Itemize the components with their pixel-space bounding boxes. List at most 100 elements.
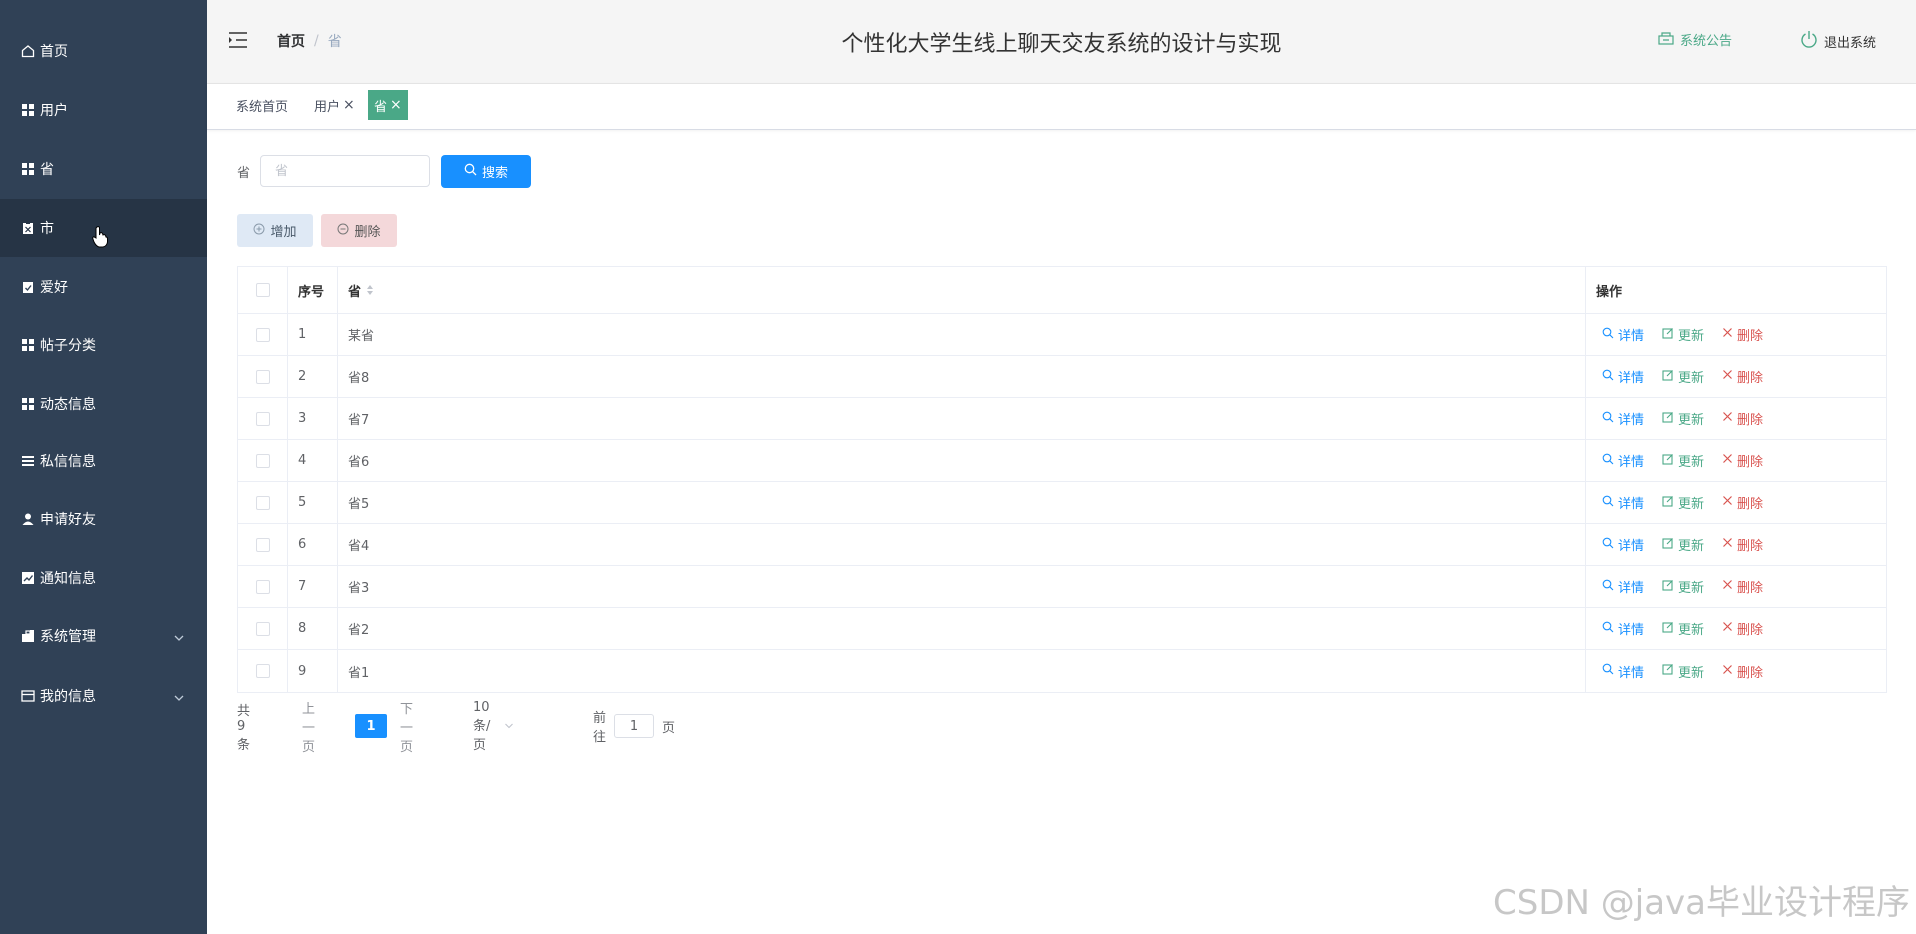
sidebar-item-province[interactable]: 省 bbox=[0, 140, 207, 198]
update-button[interactable]: 更新 bbox=[1662, 577, 1704, 596]
sidebar-item-notifications[interactable]: 通知信息 bbox=[0, 549, 207, 607]
detail-label: 详情 bbox=[1618, 371, 1645, 386]
sidebar-item-users[interactable]: 用户 bbox=[0, 81, 207, 139]
row-name: 省1 bbox=[338, 650, 1586, 692]
delete-button[interactable]: 删除 bbox=[1722, 409, 1763, 428]
row-checkbox[interactable] bbox=[255, 621, 270, 636]
row-ops: 详情 更新 删除 bbox=[1586, 398, 1886, 439]
detail-button[interactable]: 详情 bbox=[1602, 493, 1644, 512]
edit-icon bbox=[1662, 327, 1678, 343]
add-button[interactable]: 增加 bbox=[237, 214, 313, 247]
delete-button[interactable]: 删除 bbox=[1722, 325, 1763, 344]
update-button[interactable]: 更新 bbox=[1662, 535, 1704, 554]
goto-page-input[interactable] bbox=[614, 714, 655, 738]
header-name-cell[interactable]: 省 bbox=[338, 267, 1586, 313]
row-index: 5 bbox=[288, 482, 338, 523]
row-index: 1 bbox=[288, 314, 338, 355]
tag-users[interactable]: 用户 × bbox=[308, 90, 361, 120]
search-input[interactable] bbox=[260, 155, 430, 187]
sidebar-item-my-info[interactable]: 我的信息 bbox=[0, 667, 207, 725]
tags-bar: 系统首页 用户 × 省 × bbox=[207, 84, 1916, 130]
detail-button[interactable]: 详情 bbox=[1602, 325, 1644, 344]
close-icon[interactable]: × bbox=[390, 97, 402, 113]
update-button[interactable]: 更新 bbox=[1662, 619, 1704, 638]
row-checkbox[interactable] bbox=[255, 537, 270, 552]
delete-button[interactable]: 删除 bbox=[1722, 367, 1763, 386]
row-name: 省7 bbox=[338, 398, 1586, 439]
row-checkbox[interactable] bbox=[255, 579, 270, 594]
update-button[interactable]: 更新 bbox=[1662, 662, 1704, 681]
delete-label: 删除 bbox=[1737, 581, 1764, 596]
tag-home[interactable]: 系统首页 bbox=[230, 90, 294, 120]
pagination-total: 共 9 条 bbox=[237, 703, 251, 753]
sidebar-item-post-category[interactable]: 帖子分类 bbox=[0, 316, 207, 374]
detail-button[interactable]: 详情 bbox=[1602, 577, 1644, 596]
row-checkbox[interactable] bbox=[255, 411, 270, 426]
delete-button[interactable]: 删除 bbox=[1722, 619, 1763, 638]
close-icon bbox=[1722, 327, 1737, 342]
logout-button[interactable]: 退出系统 bbox=[1800, 30, 1876, 52]
tag-province[interactable]: 省 × bbox=[368, 90, 408, 120]
sidebar-item-home[interactable]: 首页 bbox=[0, 22, 207, 80]
delete-button[interactable]: 删除 bbox=[1722, 577, 1763, 596]
header-index: 序号 bbox=[288, 267, 338, 313]
sidebar-item-system-management[interactable]: 系统管理 bbox=[0, 607, 207, 665]
tag-label: 系统首页 bbox=[236, 99, 289, 115]
row-name: 省6 bbox=[338, 440, 1586, 481]
detail-label: 详情 bbox=[1618, 623, 1645, 638]
sidebar-item-hobby[interactable]: 爱好 bbox=[0, 258, 207, 316]
detail-button[interactable]: 详情 bbox=[1602, 367, 1644, 386]
detail-button[interactable]: 详情 bbox=[1602, 409, 1644, 428]
tag-label: 省 bbox=[374, 99, 388, 115]
batch-delete-button[interactable]: 删除 bbox=[321, 214, 397, 247]
delete-label: 删除 bbox=[1737, 665, 1764, 681]
sidebar-item-label: 私信信息 bbox=[40, 454, 96, 470]
row-checkbox[interactable] bbox=[255, 327, 270, 342]
row-checkbox[interactable] bbox=[255, 369, 270, 384]
notice-button[interactable]: 系统公告 bbox=[1658, 30, 1732, 49]
prev-page-button[interactable]: 上一页 bbox=[302, 702, 315, 755]
search-button[interactable]: 搜索 bbox=[441, 155, 531, 188]
row-check-cell bbox=[238, 524, 288, 565]
sort-caret-icon[interactable] bbox=[366, 284, 374, 296]
update-label: 更新 bbox=[1678, 455, 1705, 470]
select-all-checkbox[interactable] bbox=[255, 283, 270, 297]
row-checkbox[interactable] bbox=[255, 495, 270, 510]
search-icon bbox=[1602, 327, 1618, 343]
detail-button[interactable]: 详情 bbox=[1602, 451, 1644, 470]
update-label: 更新 bbox=[1678, 539, 1705, 554]
watermark: CSDN @java毕业设计程序 bbox=[1493, 883, 1910, 923]
sidebar-item-private-messages[interactable]: 私信信息 bbox=[0, 432, 207, 490]
row-ops: 详情 更新 删除 bbox=[1586, 608, 1886, 649]
close-icon[interactable]: × bbox=[343, 97, 355, 113]
user-icon bbox=[20, 511, 36, 527]
sidebar-item-friend-requests[interactable]: 申请好友 bbox=[0, 490, 207, 548]
page-size-select[interactable]: 10条/页 bbox=[473, 700, 514, 753]
delete-button[interactable]: 删除 bbox=[1722, 493, 1763, 512]
update-button[interactable]: 更新 bbox=[1662, 493, 1704, 512]
header-ops: 操作 bbox=[1596, 284, 1623, 300]
row-checkbox[interactable] bbox=[255, 664, 270, 678]
delete-button[interactable]: 删除 bbox=[1722, 535, 1763, 554]
detail-button[interactable]: 详情 bbox=[1602, 662, 1644, 681]
close-icon bbox=[1722, 664, 1737, 679]
row-name: 省5 bbox=[338, 482, 1586, 523]
update-button[interactable]: 更新 bbox=[1662, 409, 1704, 428]
row-check-cell bbox=[238, 608, 288, 649]
delete-button[interactable]: 删除 bbox=[1722, 662, 1763, 681]
detail-button[interactable]: 详情 bbox=[1602, 619, 1644, 638]
detail-button[interactable]: 详情 bbox=[1602, 535, 1644, 554]
sidebar-item-moments[interactable]: 动态信息 bbox=[0, 375, 207, 433]
next-page-button[interactable]: 下一页 bbox=[400, 702, 413, 755]
card-icon bbox=[20, 688, 36, 704]
row-check-cell bbox=[238, 482, 288, 523]
update-button[interactable]: 更新 bbox=[1662, 325, 1704, 344]
table-header: 序号 省 操作 bbox=[238, 267, 1886, 314]
update-button[interactable]: 更新 bbox=[1662, 451, 1704, 470]
table-row: 2 省8 详情 更新 删除 bbox=[238, 356, 1886, 398]
row-name: 省4 bbox=[338, 524, 1586, 565]
row-checkbox[interactable] bbox=[255, 453, 270, 468]
update-button[interactable]: 更新 bbox=[1662, 367, 1704, 386]
page-number-1[interactable]: 1 bbox=[355, 714, 387, 738]
delete-button[interactable]: 删除 bbox=[1722, 451, 1763, 470]
